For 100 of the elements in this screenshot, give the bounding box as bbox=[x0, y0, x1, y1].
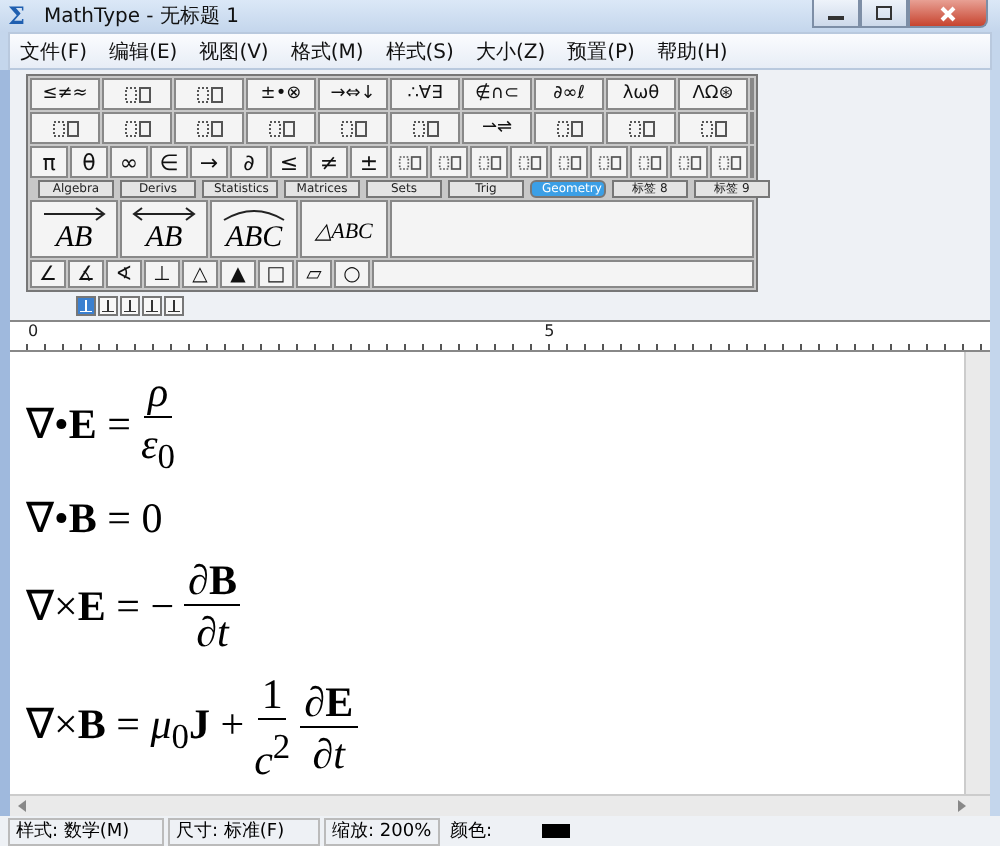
template-palette-button[interactable] bbox=[102, 78, 172, 110]
menu-item[interactable]: 视图(V) bbox=[189, 37, 281, 65]
fraction-numerator: ρ bbox=[143, 368, 173, 418]
arrow-icon bbox=[42, 206, 106, 222]
template-palette-button[interactable] bbox=[678, 112, 748, 144]
fraction-numerator: ∂B bbox=[184, 556, 241, 607]
template-icon bbox=[195, 83, 223, 105]
symbol-palette-button[interactable]: ∢ bbox=[106, 260, 142, 288]
symbol-palette-button[interactable]: □ bbox=[258, 260, 294, 288]
template-palette-button[interactable] bbox=[470, 146, 508, 178]
symbol-palette-button[interactable]: ∈ bbox=[150, 146, 188, 178]
menu-item[interactable]: 大小(Z) bbox=[465, 37, 558, 65]
template-icon bbox=[637, 151, 661, 173]
symbol-palette-button[interactable]: θ bbox=[70, 146, 108, 178]
template-palette-button[interactable] bbox=[550, 146, 588, 178]
geometry-template-button[interactable]: AB bbox=[120, 200, 208, 258]
minimize-button[interactable] bbox=[812, 0, 860, 28]
symbol-palette-button[interactable]: → bbox=[190, 146, 228, 178]
ruler-label: 0 bbox=[28, 322, 39, 344]
template-palette-button[interactable] bbox=[318, 112, 388, 144]
symbol-palette-button[interactable]: ⊥ bbox=[144, 260, 180, 288]
template-palette-button[interactable] bbox=[670, 146, 708, 178]
symbol-palette-button[interactable]: △ bbox=[182, 260, 218, 288]
menu-item[interactable]: 文件(F) bbox=[10, 37, 100, 65]
geometry-template-button[interactable]: AB bbox=[30, 200, 118, 258]
geometry-template-button[interactable]: ABC bbox=[210, 200, 298, 258]
template-palette-button[interactable] bbox=[390, 146, 428, 178]
template-icon bbox=[437, 151, 461, 173]
symbol-palette-button[interactable]: ∂∞ℓ bbox=[534, 78, 604, 110]
template-icon bbox=[557, 151, 581, 173]
symbol-palette-button[interactable]: ±•⊗ bbox=[246, 78, 316, 110]
symbol-palette-button[interactable]: π bbox=[30, 146, 68, 178]
status-text: 尺寸: 标准(F) bbox=[168, 817, 320, 845]
fraction-denominator: ∂t bbox=[196, 606, 229, 659]
template-palette-button[interactable] bbox=[534, 112, 604, 144]
symbol-palette-button[interactable]: ∠ bbox=[30, 260, 66, 288]
menu-item[interactable]: 样式(S) bbox=[375, 37, 466, 65]
symbol-palette-button[interactable]: ⇀⇌ bbox=[462, 112, 532, 144]
template-palette-button[interactable] bbox=[174, 112, 244, 144]
tab-stop-icon bbox=[80, 300, 92, 312]
template-icon bbox=[699, 117, 727, 139]
close-button[interactable] bbox=[908, 0, 988, 28]
vertical-scrollbar[interactable] bbox=[964, 352, 990, 794]
template-icon bbox=[555, 117, 583, 139]
tab-stop-button[interactable] bbox=[164, 296, 184, 316]
color-swatch[interactable] bbox=[542, 824, 571, 838]
template-palette-button[interactable] bbox=[606, 112, 676, 144]
template-palette-button[interactable] bbox=[174, 78, 244, 110]
fraction-denominator: ε$_{0}$ bbox=[140, 418, 175, 481]
fraction-numerator: ∂E bbox=[300, 677, 358, 728]
symbol-palette-button[interactable]: ≤ bbox=[270, 146, 308, 178]
window-title: MathType - 无标题 1 bbox=[44, 3, 241, 30]
template-icon bbox=[397, 151, 421, 173]
symbol-palette-button[interactable]: ± bbox=[350, 146, 388, 178]
symbol-palette-button[interactable]: ▲ bbox=[220, 260, 256, 288]
status-text: 缩放: 200% bbox=[324, 817, 440, 845]
symbol-palette-button[interactable]: ≤≠≈ bbox=[30, 78, 100, 110]
symbol-palette-button[interactable]: →⇔↓ bbox=[318, 78, 388, 110]
template-palette-button[interactable] bbox=[390, 112, 460, 144]
symbol-palette-button[interactable]: ∡ bbox=[68, 260, 104, 288]
menu-item[interactable]: 预置(P) bbox=[557, 37, 647, 65]
symbol-palette-button[interactable]: ≠ bbox=[310, 146, 348, 178]
maximize-button[interactable] bbox=[860, 0, 908, 28]
template-palette-button[interactable] bbox=[430, 146, 468, 178]
template-icon bbox=[267, 117, 295, 139]
template-icon bbox=[677, 151, 701, 173]
horizontal-scrollbar[interactable] bbox=[10, 794, 990, 816]
tab-stop-button[interactable] bbox=[142, 296, 162, 316]
template-palette-button[interactable] bbox=[510, 146, 548, 178]
tab-stop-button[interactable] bbox=[120, 296, 140, 316]
fraction-numerator: 1 bbox=[257, 670, 287, 721]
fraction-denominator: c$^{2}$ bbox=[254, 724, 291, 787]
geometry-template-button[interactable]: △ABC bbox=[300, 200, 388, 258]
close-icon bbox=[940, 5, 956, 21]
menu-item[interactable]: 编辑(E) bbox=[99, 37, 190, 65]
menu-item[interactable]: 帮助(H) bbox=[646, 37, 740, 65]
tab-stop-button[interactable] bbox=[98, 296, 118, 316]
arc-icon bbox=[222, 206, 286, 222]
template-palette-button[interactable] bbox=[30, 112, 100, 144]
tab-stop-icon bbox=[124, 300, 136, 312]
template-palette-button[interactable] bbox=[246, 112, 316, 144]
template-icon bbox=[627, 117, 655, 139]
symbol-palette-button[interactable]: ΛΩ⊛ bbox=[678, 78, 748, 110]
template-icon bbox=[123, 117, 151, 139]
symbol-palette-button[interactable]: λωθ bbox=[606, 78, 676, 110]
template-palette-button[interactable] bbox=[590, 146, 628, 178]
symbol-palette-button[interactable]: ∉∩⊂ bbox=[462, 78, 532, 110]
template-palette-button[interactable] bbox=[710, 146, 748, 178]
symbol-palette-button[interactable]: ▱ bbox=[296, 260, 332, 288]
equation-text: ∇•B = 0 bbox=[26, 494, 163, 545]
symbol-palette-button[interactable]: ∂ bbox=[230, 146, 268, 178]
symbol-palette-button[interactable]: ○ bbox=[334, 260, 370, 288]
right-arrow-icon bbox=[958, 800, 966, 812]
symbol-palette-button[interactable]: ∴∀∃ bbox=[390, 78, 460, 110]
symbol-palette-button[interactable]: ∞ bbox=[110, 146, 148, 178]
menu-item[interactable]: 格式(M) bbox=[280, 37, 376, 65]
template-palette-button[interactable] bbox=[630, 146, 668, 178]
template-palette-button[interactable] bbox=[102, 112, 172, 144]
maximize-icon bbox=[876, 6, 892, 20]
template-icon bbox=[411, 117, 439, 139]
